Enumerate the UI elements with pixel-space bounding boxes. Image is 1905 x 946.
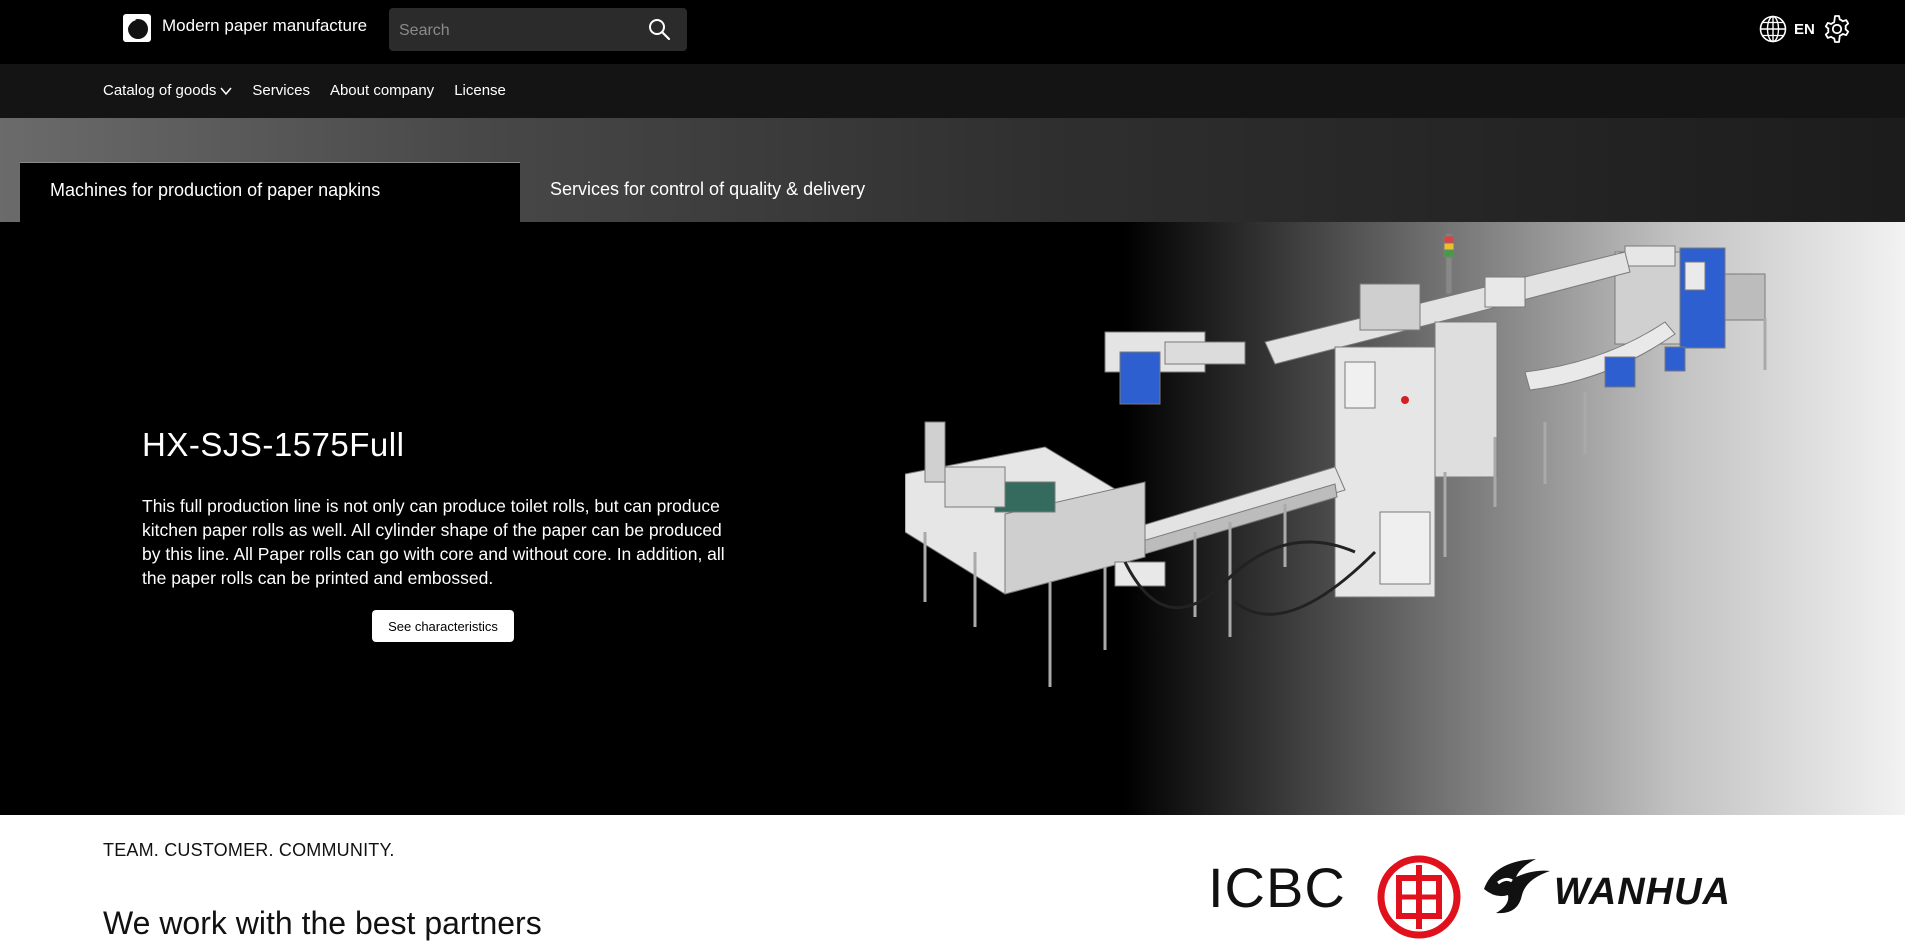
- tab-label: Machines for production of paper napkins: [50, 180, 381, 200]
- brand[interactable]: Modern paper manufacture: [122, 13, 367, 43]
- partners-section: TEAM. CUSTOMER. COMMUNITY. We work with …: [0, 815, 1905, 946]
- search-box[interactable]: [389, 8, 687, 53]
- nav-item-catalog[interactable]: Catalog of goods: [103, 82, 232, 99]
- wanhua-logo-icon: [1484, 859, 1550, 914]
- search-icon[interactable]: [647, 17, 671, 41]
- nav-item-label: Catalog of goods: [103, 82, 217, 99]
- product-title: HX-SJS-1575Full: [142, 426, 405, 463]
- language-label: EN: [1794, 20, 1815, 38]
- nav-item-label: Services: [252, 82, 310, 99]
- nav-items: Catalog of goods Services About company …: [103, 82, 526, 99]
- hero-section: HX-SJS-1575Full This full production lin…: [0, 222, 1905, 815]
- icbc-seal-icon: [1377, 855, 1461, 939]
- chevron-down-icon: [220, 87, 232, 95]
- partners-tagline: TEAM. CUSTOMER. COMMUNITY.: [103, 840, 395, 860]
- globe-icon: [1759, 15, 1787, 43]
- main-nav: Catalog of goods Services About company …: [0, 64, 1905, 118]
- language-selector[interactable]: EN: [1758, 14, 1815, 44]
- category-tabs: Machines for production of paper napkins…: [0, 118, 1905, 222]
- nav-item-about[interactable]: About company: [330, 82, 434, 99]
- partners-heading: We work with the best partners: [103, 905, 542, 941]
- nav-item-services[interactable]: Services: [252, 82, 310, 99]
- gear-icon[interactable]: [1822, 14, 1852, 44]
- production-line-illustration: [905, 233, 1767, 687]
- top-bar: Modern paper manufacture EN: [0, 0, 1905, 64]
- see-characteristics-button[interactable]: See characteristics: [372, 610, 514, 642]
- icbc-logo-text: ICBC: [1208, 856, 1346, 919]
- brand-name: Modern paper manufacture: [162, 16, 368, 35]
- wanhua-logo-text: WANHUA: [1554, 871, 1731, 913]
- nav-item-label: About company: [329, 82, 435, 99]
- product-description: This full production line is not only ca…: [142, 496, 725, 588]
- brand-logo-icon: [123, 14, 151, 42]
- search-input[interactable]: [389, 8, 641, 53]
- tab-paper-napkins[interactable]: Machines for production of paper napkins: [20, 162, 520, 222]
- nav-item-license[interactable]: License: [454, 82, 506, 99]
- tab-quality-delivery[interactable]: Services for control of quality & delive…: [520, 162, 1020, 222]
- nav-item-label: License: [454, 82, 506, 99]
- tab-label: Services for control of quality & delive…: [550, 179, 866, 199]
